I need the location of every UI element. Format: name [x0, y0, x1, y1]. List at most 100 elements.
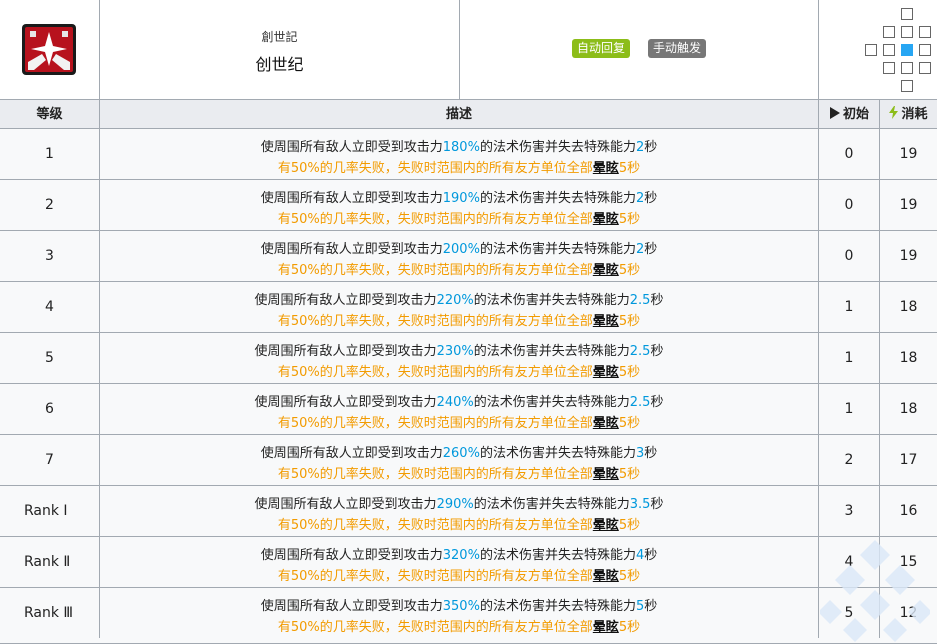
penalty-text: 有50%的几率失败，失败时范围内的所有友方单位全部晕眩5秒 [100, 259, 818, 278]
penalty-suffix: 5秒 [618, 620, 641, 635]
penalty-text: 有50%的几率失败，失败时范围内的所有友方单位全部晕眩5秒 [100, 361, 818, 380]
stun-keyword-link[interactable]: 晕眩 [593, 569, 619, 584]
effect-text: 使周围所有敌人立即受到攻击力240%的法术伤害并失去特殊能力2.5秒 [100, 391, 818, 410]
silence-duration: 2 [635, 140, 645, 155]
row-level: 3 [0, 231, 100, 281]
skill-icon [22, 24, 76, 75]
row-level: Rank Ⅰ [0, 486, 100, 536]
row-initial-sp: 1 [819, 282, 880, 332]
row-initial-sp: 1 [819, 384, 880, 434]
table-row: 2 使周围所有敌人立即受到攻击力190%的法术伤害并失去特殊能力2秒 有50%的几率… [0, 180, 937, 231]
play-icon [829, 107, 840, 119]
range-cell [865, 44, 877, 56]
penalty-suffix: 5秒 [618, 365, 641, 380]
effect-prefix: 使周围所有敌人立即受到攻击力 [254, 497, 437, 512]
effect-middle: 的法术伤害并失去特殊能力 [479, 191, 636, 206]
table-row: Rank Ⅱ 使周围所有敌人立即受到攻击力320%的法术伤害并失去特殊能力4秒 有5… [0, 537, 937, 588]
effect-prefix: 使周围所有敌人立即受到攻击力 [254, 344, 437, 359]
effect-suffix: 秒 [650, 497, 664, 512]
range-center-cell [901, 44, 913, 56]
header-initial-label: 初始 [842, 107, 869, 122]
stun-keyword-link[interactable]: 晕眩 [593, 314, 619, 329]
penalty-prefix: 有50%的几率失败，失败时范围内的所有友方单位全部 [277, 620, 593, 635]
table-row: Rank Ⅰ 使周围所有敌人立即受到攻击力290%的法术伤害并失去特殊能力3.5秒… [0, 486, 937, 537]
penalty-text: 有50%的几率失败，失败时范围内的所有友方单位全部晕眩5秒 [100, 616, 818, 635]
table-row: Rank Ⅲ 使周围所有敌人立即受到攻击力350%的法术伤害并失去特殊能力5秒 有5… [0, 588, 937, 644]
effect-text: 使周围所有敌人立即受到攻击力220%的法术伤害并失去特殊能力2.5秒 [100, 289, 818, 308]
skill-header: 創世記 创世纪 自动回复 手动触发 [0, 0, 937, 100]
range-cell [883, 44, 895, 56]
atk-percentage: 240% [436, 395, 474, 410]
penalty-prefix: 有50%的几率失败，失败时范围内的所有友方单位全部 [277, 212, 593, 227]
atk-percentage: 180% [442, 140, 480, 155]
atk-percentage: 190% [442, 191, 480, 206]
trigger-type-badge: 手动触发 [648, 39, 707, 58]
row-description: 使周围所有敌人立即受到攻击力240%的法术伤害并失去特殊能力2.5秒有50%的几… [100, 384, 819, 434]
penalty-prefix: 有50%的几率失败，失败时范围内的所有友方单位全部 [277, 467, 593, 482]
table-row: 3 使周围所有敌人立即受到攻击力200%的法术伤害并失去特殊能力2秒 有50%的几率… [0, 231, 937, 282]
silence-duration: 2.5 [629, 395, 651, 410]
effect-middle: 的法术伤害并失去特殊能力 [473, 293, 630, 308]
row-description: 使周围所有敌人立即受到攻击力350%的法术伤害并失去特殊能力5秒 有50%的几率失… [100, 588, 819, 638]
row-level: Rank Ⅲ [0, 588, 100, 638]
row-initial-sp: 3 [819, 486, 880, 536]
penalty-suffix: 5秒 [618, 467, 641, 482]
row-description: 使周围所有敌人立即受到攻击力220%的法术伤害并失去特殊能力2.5秒有50%的几… [100, 282, 819, 332]
range-cell [919, 26, 931, 38]
row-sp-cost: 18 [899, 350, 918, 366]
atk-percentage: 320% [442, 548, 480, 563]
effect-text: 使周围所有敌人立即受到攻击力200%的法术伤害并失去特殊能力2秒 [100, 238, 818, 257]
penalty-prefix: 有50%的几率失败，失败时范围内的所有友方单位全部 [277, 314, 593, 329]
stun-keyword-link[interactable]: 晕眩 [593, 161, 619, 176]
effect-suffix: 秒 [644, 140, 658, 155]
atk-percentage: 350% [442, 599, 480, 614]
stun-keyword-link[interactable]: 晕眩 [593, 416, 619, 431]
effect-middle: 的法术伤害并失去特殊能力 [479, 446, 636, 461]
penalty-suffix: 5秒 [618, 212, 641, 227]
silence-duration: 5 [635, 599, 645, 614]
header-initial: 初始 [819, 100, 880, 129]
penalty-suffix: 5秒 [618, 518, 641, 533]
table-row: 4 使周围所有敌人立即受到攻击力220%的法术伤害并失去特殊能力2.5秒有50%的… [0, 282, 937, 333]
row-level: 2 [0, 180, 100, 230]
effect-prefix: 使周围所有敌人立即受到攻击力 [260, 599, 443, 614]
effect-prefix: 使周围所有敌人立即受到攻击力 [260, 548, 443, 563]
silence-duration: 4 [635, 548, 645, 563]
row-initial-sp: 4 [819, 537, 880, 587]
header-description: 描述 [100, 100, 819, 129]
effect-middle: 的法术伤害并失去特殊能力 [479, 599, 636, 614]
row-description: 使周围所有敌人立即受到攻击力200%的法术伤害并失去特殊能力2秒 有50%的几率失… [100, 231, 819, 281]
stun-keyword-link[interactable]: 晕眩 [593, 620, 619, 635]
effect-middle: 的法术伤害并失去特殊能力 [479, 242, 636, 257]
silence-duration: 3.5 [629, 497, 651, 512]
effect-prefix: 使周围所有敌人立即受到攻击力 [260, 242, 443, 257]
stun-keyword-link[interactable]: 晕眩 [593, 467, 619, 482]
stun-keyword-link[interactable]: 晕眩 [593, 365, 619, 380]
penalty-prefix: 有50%的几率失败，失败时范围内的所有友方单位全部 [277, 365, 593, 380]
effect-middle: 的法术伤害并失去特殊能力 [473, 497, 630, 512]
skill-name-cell: 創世記 创世纪 [100, 0, 460, 100]
stun-keyword-link[interactable]: 晕眩 [593, 212, 619, 227]
penalty-text: 有50%的几率失败，失败时范围内的所有友方单位全部晕眩5秒 [100, 157, 818, 176]
row-description: 使周围所有敌人立即受到攻击力290%的法术伤害并失去特殊能力3.5秒 有50%的几… [100, 486, 819, 536]
row-initial-sp: 0 [819, 231, 880, 281]
row-sp-cost: 18 [899, 299, 918, 315]
effect-prefix: 使周围所有敌人立即受到攻击力 [260, 446, 443, 461]
stun-keyword-link[interactable]: 晕眩 [593, 518, 619, 533]
stun-keyword-link[interactable]: 晕眩 [593, 263, 619, 278]
row-description: 使周围所有敌人立即受到攻击力190%的法术伤害并失去特殊能力2秒 有50%的几率失… [100, 180, 819, 230]
lightning-icon [889, 106, 899, 119]
range-cell [883, 62, 895, 74]
penalty-text: 有50%的几率失败，失败时范围内的所有友方单位全部晕眩5秒 [100, 565, 818, 584]
row-sp-cost: 19 [899, 197, 918, 213]
row-level: 4 [0, 282, 100, 332]
atk-percentage: 260% [442, 446, 480, 461]
silence-duration: 3 [635, 446, 645, 461]
effect-text: 使周围所有敌人立即受到攻击力230%的法术伤害并失去特殊能力2.5秒 [100, 340, 818, 359]
effect-middle: 的法术伤害并失去特殊能力 [479, 140, 636, 155]
table-row: 7 使周围所有敌人立即受到攻击力260%的法术伤害并失去特殊能力3秒 有50%的几率… [0, 435, 937, 486]
effect-text: 使周围所有敌人立即受到攻击力320%的法术伤害并失去特殊能力4秒 [100, 544, 818, 563]
penalty-prefix: 有50%的几率失败，失败时范围内的所有友方单位全部 [277, 416, 593, 431]
row-level: Rank Ⅱ [0, 537, 100, 587]
penalty-suffix: 5秒 [618, 263, 641, 278]
